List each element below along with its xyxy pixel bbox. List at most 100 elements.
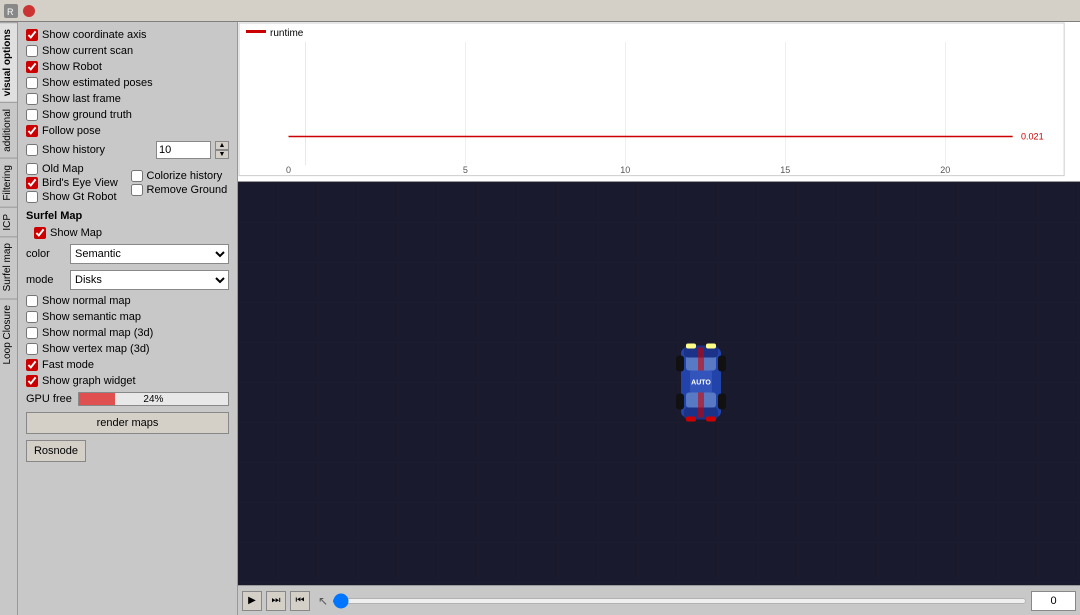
birds-eye-label[interactable]: Bird's Eye View: [42, 177, 118, 189]
color-row: color Semantic Normal Height Intensity: [26, 242, 229, 266]
gpu-label: GPU free: [26, 393, 72, 405]
show-normal-map-label[interactable]: Show normal map: [42, 295, 131, 307]
show-map-label[interactable]: Show Map: [50, 227, 102, 239]
show-vertex-3d-row: Show vertex map (3d): [26, 342, 229, 356]
remove-ground-row: Remove Ground: [131, 183, 230, 197]
fast-mode-label[interactable]: Fast mode: [42, 359, 94, 371]
frame-count: 0: [1031, 591, 1076, 611]
svg-text:0.021: 0.021: [1021, 132, 1044, 142]
mode-row: mode Disks Points Surfels: [26, 268, 229, 292]
history-value-input[interactable]: [156, 141, 211, 159]
chart-inner: runtime 0 5 10 15 20: [238, 22, 1080, 181]
two-col-options: Old Map Bird's Eye View Show Gt Robot Co…: [26, 162, 229, 204]
old-map-label[interactable]: Old Map: [42, 163, 84, 175]
show-vertex-3d-checkbox[interactable]: [26, 343, 38, 355]
rosnode-button[interactable]: Rosnode: [26, 440, 86, 462]
show-history-checkbox[interactable]: [26, 144, 38, 156]
tab-loop-closure[interactable]: Loop Closure: [0, 298, 17, 370]
color-label: color: [26, 248, 64, 260]
show-ground-row: Show ground truth: [26, 108, 229, 122]
surfel-map-section: Surfel Map: [26, 210, 229, 222]
grid-overlay: [238, 182, 1080, 585]
show-last-checkbox[interactable]: [26, 93, 38, 105]
birds-eye-row: Bird's Eye View: [26, 176, 125, 190]
tab-additional[interactable]: additional: [0, 102, 17, 158]
show-estimated-checkbox[interactable]: [26, 77, 38, 89]
show-map-checkbox[interactable]: [34, 227, 46, 239]
show-gt-label[interactable]: Show Gt Robot: [42, 191, 117, 203]
birds-eye-checkbox[interactable]: [26, 177, 38, 189]
svg-text:10: 10: [620, 165, 630, 175]
show-last-row: Show last frame: [26, 92, 229, 106]
show-graph-label[interactable]: Show graph widget: [42, 375, 136, 387]
app-icon: R: [4, 4, 18, 18]
tab-filtering[interactable]: Filtering: [0, 158, 17, 207]
tab-surfel-map[interactable]: Surfel map: [0, 236, 17, 297]
show-gt-row: Show Gt Robot: [26, 190, 125, 204]
render-maps-button[interactable]: render maps: [26, 412, 229, 434]
main-container: visual options additional Filtering ICP …: [0, 22, 1080, 615]
show-estimated-label[interactable]: Show estimated poses: [42, 77, 153, 89]
spin-down[interactable]: ▼: [215, 150, 229, 159]
show-semantic-map-row: Show semantic map: [26, 310, 229, 324]
spin-up[interactable]: ▲: [215, 141, 229, 150]
show-coord-label[interactable]: Show coordinate axis: [42, 29, 147, 41]
show-normal-3d-checkbox[interactable]: [26, 327, 38, 339]
follow-pose-checkbox[interactable]: [26, 125, 38, 137]
follow-pose-row: Follow pose: [26, 124, 229, 138]
close-icon[interactable]: [22, 4, 36, 18]
svg-text:0: 0: [286, 165, 291, 175]
gpu-bar-text: 24%: [79, 393, 228, 405]
show-scan-label[interactable]: Show current scan: [42, 45, 133, 57]
tab-visual-options[interactable]: visual options: [0, 22, 17, 102]
color-select[interactable]: Semantic Normal Height Intensity: [70, 244, 229, 264]
show-graph-checkbox[interactable]: [26, 375, 38, 387]
play-button[interactable]: ▶: [242, 591, 262, 611]
bottom-bar: ▶ ⏭ ⏮ ↖ 0: [238, 585, 1080, 615]
show-normal-map-checkbox[interactable]: [26, 295, 38, 307]
history-spin: ▲ ▼: [215, 141, 229, 159]
mode-label: mode: [26, 274, 64, 286]
fast-mode-row: Fast mode: [26, 358, 229, 372]
show-robot-row: Show Robot: [26, 60, 229, 74]
show-normal-3d-label[interactable]: Show normal map (3d): [42, 327, 153, 339]
show-semantic-map-label[interactable]: Show semantic map: [42, 311, 141, 323]
show-coord-checkbox[interactable]: [26, 29, 38, 41]
show-estimated-row: Show estimated poses: [26, 76, 229, 90]
timeline-slider[interactable]: [332, 598, 1027, 604]
end-button[interactable]: ⏮: [290, 591, 310, 611]
show-semantic-map-checkbox[interactable]: [26, 311, 38, 323]
show-vertex-3d-label[interactable]: Show vertex map (3d): [42, 343, 150, 355]
show-ground-checkbox[interactable]: [26, 109, 38, 121]
show-robot-checkbox[interactable]: [26, 61, 38, 73]
control-panel: Show coordinate axis Show current scan S…: [18, 22, 238, 615]
fast-mode-checkbox[interactable]: [26, 359, 38, 371]
tab-icp[interactable]: ICP: [0, 207, 17, 237]
remove-ground-label[interactable]: Remove Ground: [147, 184, 228, 196]
show-last-label[interactable]: Show last frame: [42, 93, 121, 105]
old-map-checkbox[interactable]: [26, 163, 38, 175]
colorize-checkbox[interactable]: [131, 170, 143, 182]
view-3d[interactable]: AUTO: [238, 182, 1080, 585]
show-ground-label[interactable]: Show ground truth: [42, 109, 132, 121]
old-map-row: Old Map: [26, 162, 125, 176]
cursor-icon: ↖: [318, 594, 328, 608]
show-gt-checkbox[interactable]: [26, 191, 38, 203]
show-map-row: Show Map: [26, 226, 229, 240]
svg-text:5: 5: [463, 165, 468, 175]
mode-select[interactable]: Disks Points Surfels: [70, 270, 229, 290]
step-button[interactable]: ⏭: [266, 591, 286, 611]
svg-text:20: 20: [940, 165, 950, 175]
show-history-label[interactable]: Show history: [42, 144, 105, 156]
title-bar-icons: R: [4, 4, 36, 18]
chart-svg: runtime 0 5 10 15 20: [238, 22, 1080, 181]
remove-ground-checkbox[interactable]: [131, 184, 143, 196]
show-normal-map-row: Show normal map: [26, 294, 229, 308]
show-scan-checkbox[interactable]: [26, 45, 38, 57]
follow-pose-label[interactable]: Follow pose: [42, 125, 101, 137]
show-normal-3d-row: Show normal map (3d): [26, 326, 229, 340]
colorize-label[interactable]: Colorize history: [147, 170, 223, 182]
show-scan-row: Show current scan: [26, 44, 229, 58]
show-robot-label[interactable]: Show Robot: [42, 61, 102, 73]
car-svg: AUTO: [676, 337, 726, 427]
